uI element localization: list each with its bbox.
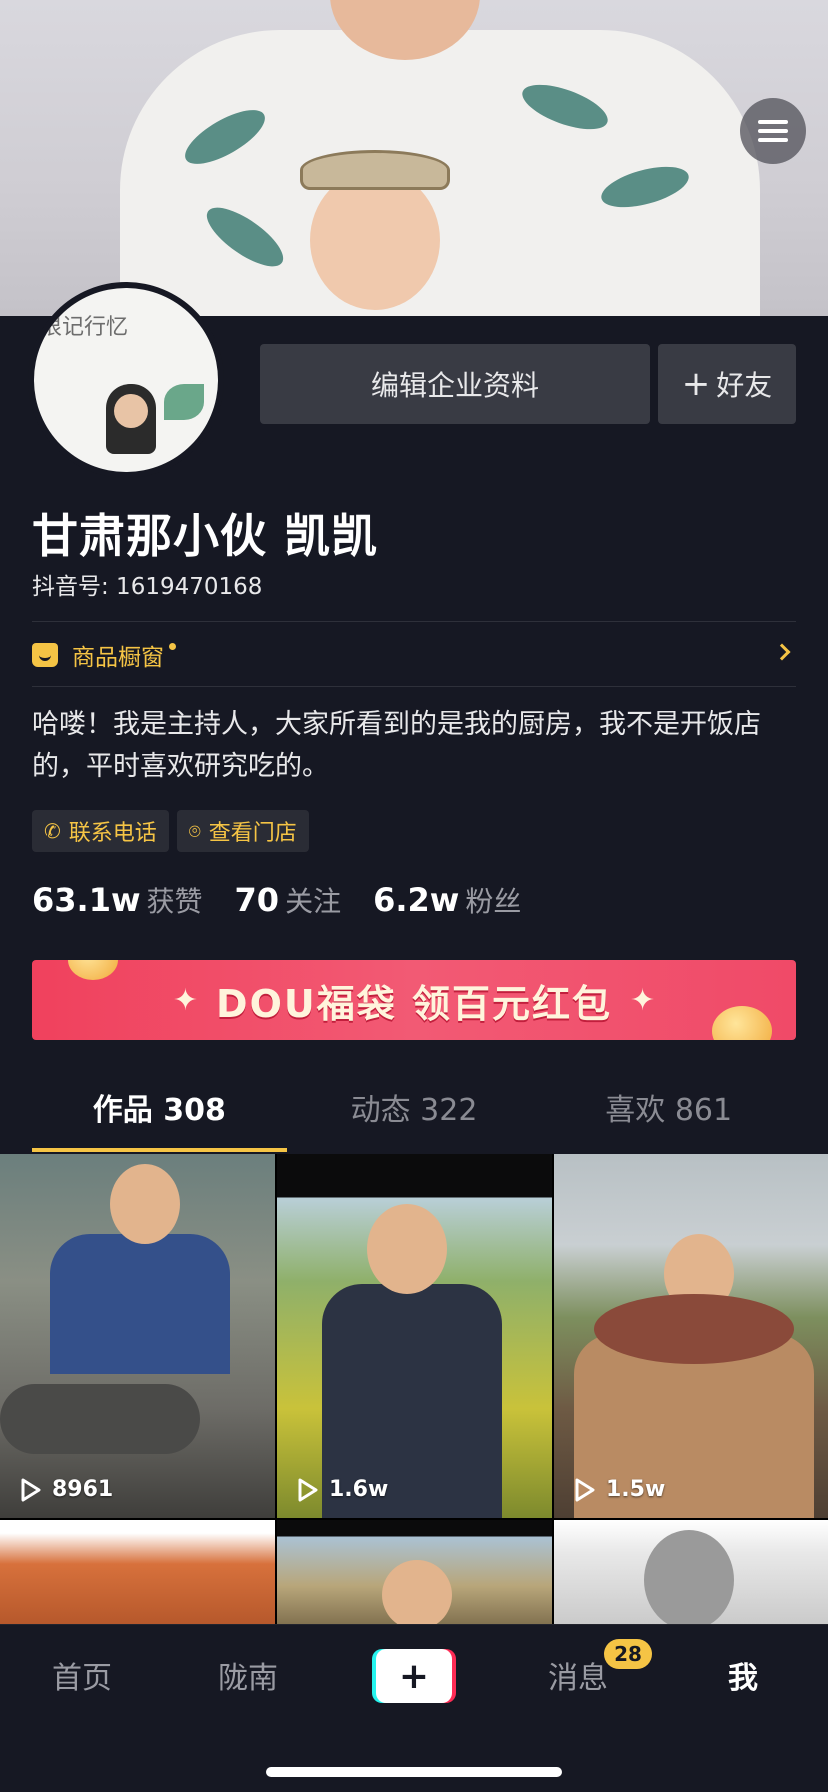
nav-home[interactable]: 首页 — [52, 1653, 112, 1697]
thumb-figure — [50, 1234, 230, 1374]
nav-messages[interactable]: 消息 — [548, 1653, 608, 1697]
chevron-right-icon — [773, 643, 791, 661]
avatar[interactable]: 很记行忆 — [28, 282, 224, 478]
view-count-value: 1.5w — [606, 1477, 666, 1502]
tab-moments[interactable]: 动态 322 — [287, 1076, 542, 1156]
nav-me[interactable]: 我 — [728, 1653, 758, 1697]
stat-following-value: 70 — [234, 881, 280, 919]
video-grid: 8961 1.6w 1.5w — [0, 1154, 828, 1630]
stat-following[interactable]: 70 关注 — [235, 880, 342, 920]
thumb-face — [644, 1530, 734, 1630]
stat-likes-label: 获赞 — [146, 885, 203, 918]
thumb-face — [367, 1204, 447, 1294]
coin-decoration — [68, 960, 118, 980]
phone-icon: ✆ — [44, 819, 61, 843]
view-count: 1.5w — [574, 1477, 665, 1502]
view-count-value: 1.6w — [329, 1477, 389, 1502]
cover-child-crown — [300, 150, 450, 190]
thumb-basket — [594, 1294, 794, 1364]
video-thumbnail[interactable] — [554, 1520, 828, 1630]
profile-bio: 哈喽！我是主持人，大家所看到的是我的厨房，我不是开饭店的，平时喜欢研究吃的。 — [32, 709, 761, 782]
shop-window-label: 商品橱窗 — [72, 645, 164, 671]
stat-likes: 63.1w 获赞 — [32, 880, 203, 920]
create-button[interactable]: + — [372, 1649, 456, 1703]
contact-tags: ✆ 联系电话 ⌾ 查看门店 — [32, 810, 309, 852]
douyin-id: 抖音号: 1619470168 — [32, 574, 263, 600]
play-icon — [21, 1478, 41, 1501]
sparkle-icon: ✦ — [172, 982, 199, 1018]
avatar-plant — [164, 384, 204, 420]
shop-window-row[interactable]: 商品橱窗 — [32, 622, 796, 688]
thumb-stone — [0, 1384, 200, 1454]
coin-decoration — [712, 1006, 772, 1040]
nav-region[interactable]: 陇南 — [218, 1653, 278, 1697]
thumb-face — [110, 1164, 180, 1244]
stat-followers-value: 6.2w — [373, 881, 460, 919]
avatar-person — [106, 384, 156, 454]
tab-likes[interactable]: 喜欢 861 — [541, 1076, 796, 1156]
profile-name: 甘肃那小伙 凯凯 — [32, 509, 379, 563]
hamburger-icon — [758, 120, 788, 142]
menu-button[interactable] — [740, 98, 806, 164]
divider — [32, 686, 796, 687]
home-indicator — [266, 1767, 562, 1777]
video-thumbnail[interactable]: 1.5w — [554, 1154, 828, 1518]
location-pin-icon: ⌾ — [188, 819, 201, 843]
sparkle-icon: ✦ — [629, 982, 656, 1018]
play-icon — [575, 1478, 595, 1501]
tab-works[interactable]: 作品 308 — [32, 1076, 287, 1156]
video-thumbnail[interactable] — [277, 1520, 552, 1630]
profile-cover-image[interactable] — [0, 0, 828, 316]
profile-stats: 63.1w 获赞 70 关注 6.2w 粉丝 — [32, 880, 553, 920]
edit-company-profile-label: 编辑企业资料 — [370, 369, 539, 402]
video-thumbnail[interactable]: 8961 — [0, 1154, 275, 1518]
messages-badge: 28 — [604, 1639, 652, 1669]
view-store-button[interactable]: ⌾ 查看门店 — [176, 810, 309, 852]
add-friend-button[interactable]: + 好友 — [658, 344, 796, 424]
contact-phone-label: 联系电话 — [68, 821, 157, 846]
view-store-label: 查看门店 — [208, 821, 297, 846]
lucky-bag-banner[interactable]: ✦ DOU福袋 领百元红包 ✦ — [32, 960, 796, 1040]
content-tabs: 作品 308 动态 322 喜欢 861 — [32, 1076, 796, 1156]
contact-phone-button[interactable]: ✆ 联系电话 — [32, 810, 169, 852]
stat-followers[interactable]: 6.2w 粉丝 — [373, 880, 521, 920]
plus-icon: + — [681, 364, 711, 404]
thumb-face — [382, 1560, 452, 1630]
stat-likes-value: 63.1w — [32, 881, 141, 919]
edit-company-profile-button[interactable]: 编辑企业资料 — [260, 344, 650, 424]
new-dot-indicator — [169, 642, 176, 650]
view-count: 1.6w — [297, 1477, 388, 1502]
bottom-navigation: 首页 陇南 + 消息 28 我 — [0, 1624, 828, 1792]
video-thumbnail[interactable]: 1.6w — [277, 1154, 552, 1518]
add-friend-label: 好友 — [716, 369, 773, 402]
view-count: 8961 — [20, 1477, 113, 1502]
shop-icon — [32, 643, 58, 667]
stat-followers-label: 粉丝 — [465, 885, 522, 918]
view-count-value: 8961 — [52, 1477, 114, 1502]
avatar-image: 很记行忆 — [34, 288, 218, 472]
plus-icon: + — [376, 1649, 452, 1703]
avatar-script-text: 很记行忆 — [40, 315, 129, 340]
banner-text: DOU福袋 领百元红包 — [216, 981, 612, 1026]
stat-following-label: 关注 — [285, 885, 342, 918]
play-icon — [298, 1478, 318, 1501]
video-thumbnail[interactable] — [0, 1520, 275, 1630]
cover-child-face — [310, 170, 440, 310]
